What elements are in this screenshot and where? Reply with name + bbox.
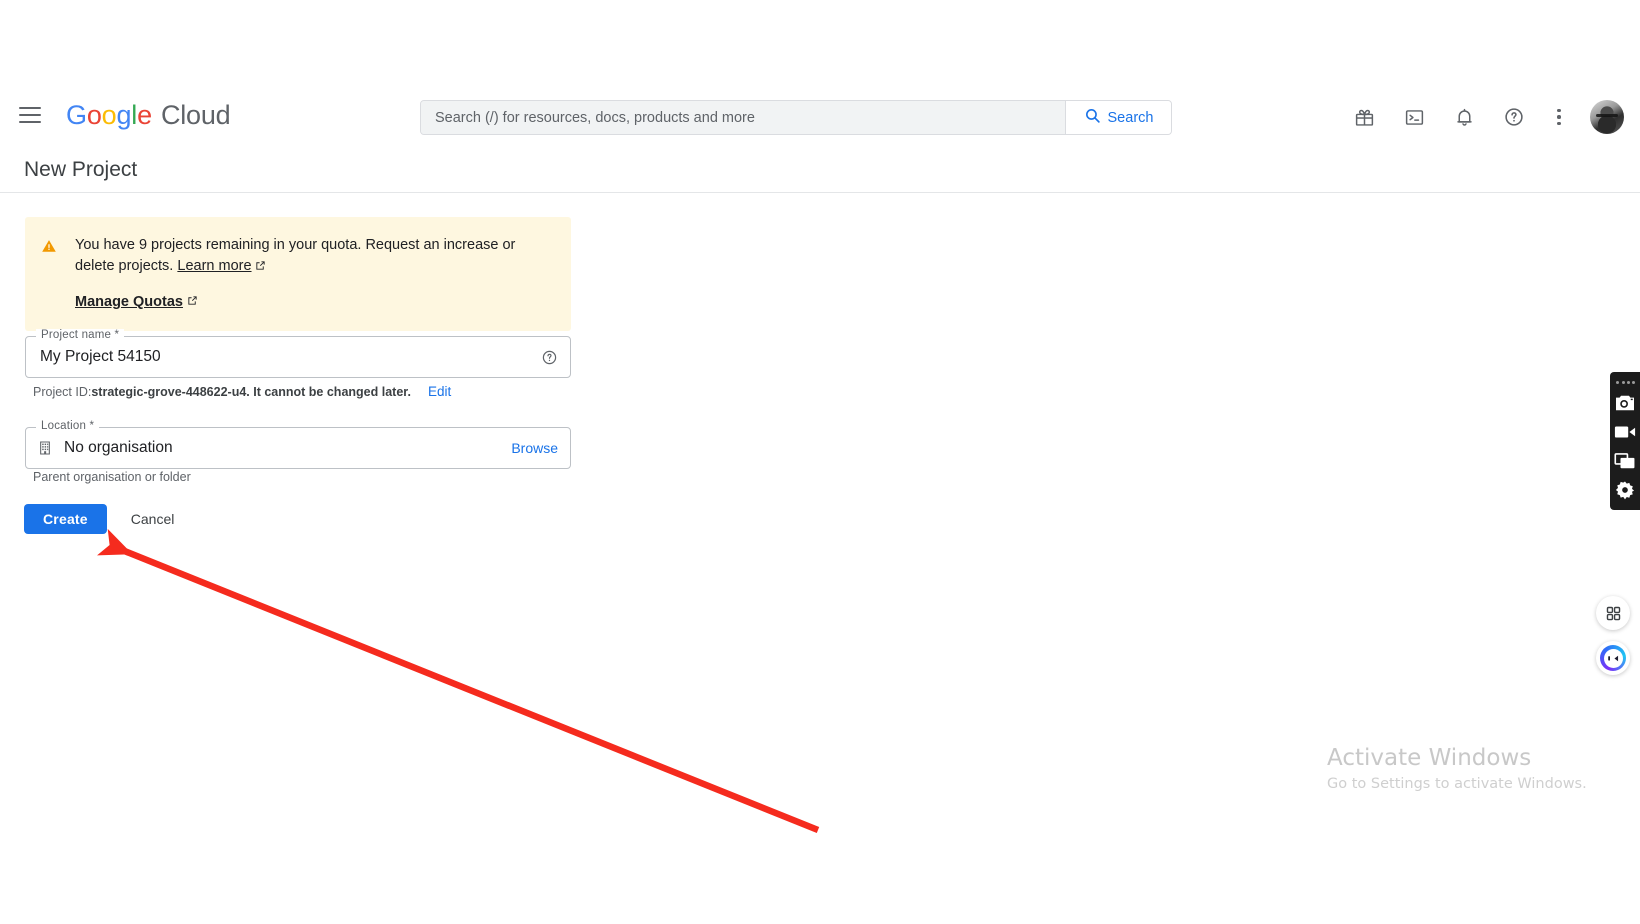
window-capture-icon[interactable] xyxy=(1610,446,1640,475)
search-input[interactable] xyxy=(421,101,1065,134)
project-id-suffix: . It cannot be changed later. xyxy=(246,385,411,399)
main-menu-icon[interactable] xyxy=(8,93,52,137)
project-id-row: Project ID: strategic-grove-448622-u4 . … xyxy=(33,385,593,399)
watermark-title: Activate Windows xyxy=(1327,745,1532,771)
windows-activation-watermark: Activate Windows Go to Settings to activ… xyxy=(1327,744,1627,792)
help-circle-icon[interactable] xyxy=(541,349,558,366)
project-name-field[interactable]: Project name * xyxy=(25,329,571,378)
warning-icon xyxy=(41,238,57,311)
cancel-button[interactable]: Cancel xyxy=(121,504,185,534)
video-record-icon[interactable] xyxy=(1610,417,1640,446)
gift-icon[interactable] xyxy=(1344,97,1384,137)
assistant-icon[interactable] xyxy=(1596,641,1630,675)
page-title: New Project xyxy=(24,157,138,181)
logo-letter-e: e xyxy=(137,99,152,130)
logo-letter-o1: o xyxy=(86,99,102,130)
logo-letter-o2: o xyxy=(101,99,117,130)
logo-letter-g: G xyxy=(66,99,87,130)
logo-letter-g2: g xyxy=(116,99,132,130)
external-link-icon xyxy=(255,257,266,278)
form-actions: Create Cancel xyxy=(24,504,184,534)
google-cloud-logo[interactable]: Google Cloud xyxy=(66,99,231,131)
edit-project-id-link[interactable]: Edit xyxy=(428,384,451,399)
project-id-prefix: Project ID: xyxy=(33,385,92,399)
apps-grid-icon[interactable] xyxy=(1596,596,1630,630)
recorder-drag-handle[interactable] xyxy=(1615,376,1635,388)
notifications-icon[interactable] xyxy=(1444,97,1484,137)
location-value: No organisation xyxy=(64,439,173,456)
location-field[interactable]: Location * No organisation Browse xyxy=(25,420,571,469)
learn-more-link[interactable]: Learn more xyxy=(177,258,251,274)
project-id-value: strategic-grove-448622-u4 xyxy=(91,385,247,399)
location-helper-text: Parent organisation or folder xyxy=(33,470,191,484)
location-label: Location * xyxy=(36,420,100,432)
browse-location-button[interactable]: Browse xyxy=(511,440,558,456)
banner-line-2-prefix: delete projects. xyxy=(75,258,178,274)
project-name-input[interactable] xyxy=(38,347,541,367)
manage-quotas-link[interactable]: Manage Quotas xyxy=(75,294,198,310)
page-title-bar: New Project xyxy=(0,147,1640,193)
create-button[interactable]: Create xyxy=(24,504,107,534)
quota-warning-banner: You have 9 projects remaining in your qu… xyxy=(25,217,571,331)
external-link-icon xyxy=(187,294,198,310)
help-icon[interactable] xyxy=(1494,97,1534,137)
cloud-shell-icon[interactable] xyxy=(1394,97,1434,137)
avatar[interactable] xyxy=(1590,100,1624,134)
header-actions xyxy=(1344,96,1624,138)
watermark-subtitle: Go to Settings to activate Windows. xyxy=(1327,776,1587,792)
search-button-label: Search xyxy=(1107,109,1154,126)
banner-message: You have 9 projects remaining in your qu… xyxy=(75,235,555,278)
screen-recorder-widget xyxy=(1610,372,1640,510)
project-name-label: Project name * xyxy=(36,329,125,341)
search-icon xyxy=(1084,107,1101,128)
more-options-icon[interactable] xyxy=(1544,97,1574,137)
screenshot-camera-icon[interactable] xyxy=(1610,388,1640,417)
search-bar: Search xyxy=(420,100,1172,135)
organisation-icon xyxy=(38,440,54,456)
search-button[interactable]: Search xyxy=(1065,101,1171,134)
banner-line-1: You have 9 projects remaining in your qu… xyxy=(75,237,516,253)
logo-cloud-text: Cloud xyxy=(160,99,231,130)
settings-gear-icon[interactable] xyxy=(1610,475,1640,504)
manage-quotas-label: Manage Quotas xyxy=(75,294,183,310)
